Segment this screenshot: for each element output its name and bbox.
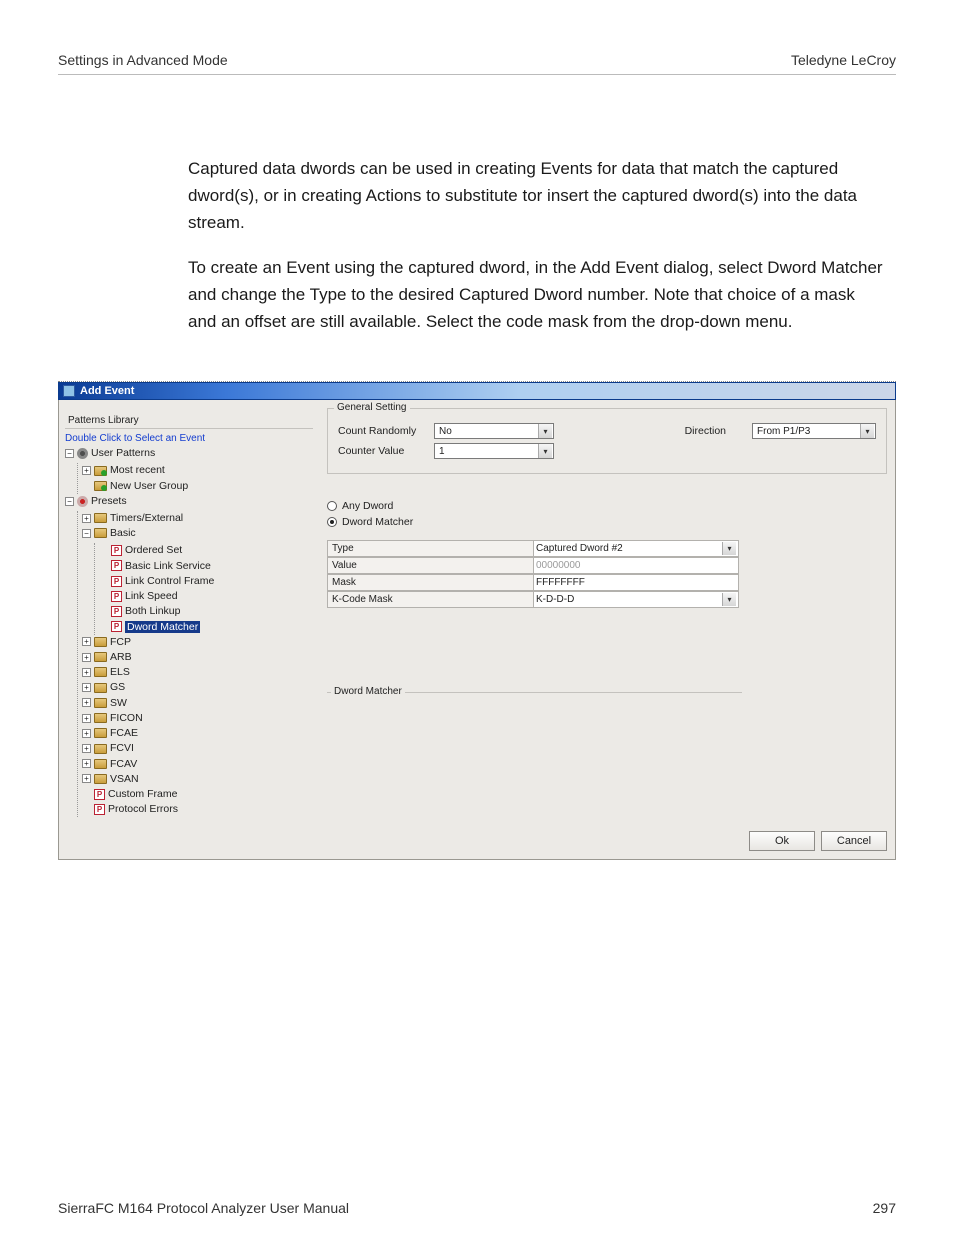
type-dropdown[interactable]: Captured Dword #2 <box>534 540 739 557</box>
tree-user-patterns[interactable]: −User Patterns +Most recent New User Gro… <box>65 446 313 494</box>
dword-matcher-legend: Dword Matcher <box>331 686 405 697</box>
footer-page-number: 297 <box>873 1200 896 1216</box>
radio-on-icon <box>327 517 337 527</box>
page-footer: SierraFC M164 Protocol Analyzer User Man… <box>58 1200 896 1216</box>
radio-off-icon <box>327 501 337 511</box>
patterns-library-group: Patterns Library Double Click to Select … <box>65 414 313 817</box>
type-label: Type <box>327 540 534 557</box>
tree-most-recent[interactable]: +Most recent <box>82 463 313 478</box>
chevron-down-icon <box>538 424 552 438</box>
tree-hint: Double Click to Select an Event <box>65 433 313 444</box>
tree-link-control-frame[interactable]: PLink Control Frame <box>99 574 313 589</box>
app-icon <box>63 385 75 397</box>
tree-gs[interactable]: +GS <box>82 680 313 695</box>
tree-fcav[interactable]: +FCAV <box>82 757 313 772</box>
tree-sw[interactable]: +SW <box>82 696 313 711</box>
tree-fcp[interactable]: +FCP <box>82 635 313 650</box>
tree-ordered-set[interactable]: POrdered Set <box>99 543 313 558</box>
paragraph-2: To create an Event using the captured dw… <box>58 254 896 336</box>
folder-plus-icon <box>101 485 107 491</box>
tree-fcvi[interactable]: +FCVI <box>82 741 313 756</box>
page-header: Settings in Advanced Mode Teledyne LeCro… <box>58 52 896 75</box>
dword-matcher-radio[interactable]: Dword Matcher <box>327 516 887 528</box>
chevron-down-icon <box>722 542 736 555</box>
count-randomly-label: Count Randomly <box>338 425 426 437</box>
chevron-down-icon <box>860 424 874 438</box>
header-right: Teledyne LeCroy <box>791 52 896 68</box>
add-event-dialog-screenshot: Add Event Patterns Library Double Click … <box>58 381 896 860</box>
any-dword-radio[interactable]: Any Dword <box>327 500 887 512</box>
counter-value-dropdown[interactable]: 1 <box>434 443 554 459</box>
value-field[interactable]: 00000000 <box>534 557 739 574</box>
paragraph-1: Captured data dwords can be used in crea… <box>58 155 896 237</box>
folder-plus-icon <box>101 470 107 476</box>
dialog-titlebar[interactable]: Add Event <box>58 382 896 400</box>
tree-basic[interactable]: −Basic POrdered Set PBasic Link Service … <box>82 526 313 635</box>
kcode-mask-dropdown[interactable]: K-D-D-D <box>534 591 739 608</box>
tree-link-speed[interactable]: PLink Speed <box>99 589 313 604</box>
tree-dword-matcher[interactable]: PDword Matcher <box>99 620 313 635</box>
cancel-button[interactable]: Cancel <box>821 831 887 851</box>
footer-left: SierraFC M164 Protocol Analyzer User Man… <box>58 1200 349 1216</box>
mask-field[interactable]: FFFFFFFF <box>534 574 739 591</box>
counter-value-label: Counter Value <box>338 445 426 457</box>
chevron-down-icon <box>538 444 552 458</box>
ok-button[interactable]: Ok <box>749 831 815 851</box>
dialog-title: Add Event <box>80 385 134 397</box>
tree-vsan[interactable]: +VSAN <box>82 772 313 787</box>
tree-basic-link-service[interactable]: PBasic Link Service <box>99 559 313 574</box>
header-left: Settings in Advanced Mode <box>58 52 228 68</box>
value-label: Value <box>327 557 534 574</box>
dword-matcher-group: Dword Matcher <box>327 692 742 748</box>
tree-custom-frame[interactable]: PCustom Frame <box>82 787 313 802</box>
chevron-down-icon <box>722 593 736 606</box>
direction-dropdown[interactable]: From P1/P3 <box>752 423 876 439</box>
count-randomly-dropdown[interactable]: No <box>434 423 554 439</box>
tree-new-user-group[interactable]: New User Group <box>82 479 313 494</box>
kcode-mask-label: K-Code Mask <box>327 591 534 608</box>
general-setting-legend: General Setting <box>334 402 410 413</box>
tree-els[interactable]: +ELS <box>82 665 313 680</box>
general-setting-group: General Setting Count Randomly No Direct… <box>327 408 887 474</box>
patterns-tree: −User Patterns +Most recent New User Gro… <box>65 446 313 817</box>
tree-ficon[interactable]: +FICON <box>82 711 313 726</box>
mask-label: Mask <box>327 574 534 591</box>
direction-label: Direction <box>685 425 726 437</box>
tree-arb[interactable]: +ARB <box>82 650 313 665</box>
tree-both-linkup[interactable]: PBoth Linkup <box>99 604 313 619</box>
tree-timers-external[interactable]: +Timers/External <box>82 511 313 526</box>
dword-settings-grid: Type Captured Dword #2 Value 00000000 Ma… <box>327 540 887 608</box>
tree-fcae[interactable]: +FCAE <box>82 726 313 741</box>
tree-protocol-errors[interactable]: PProtocol Errors <box>82 802 313 817</box>
patterns-legend: Patterns Library <box>65 415 142 426</box>
tree-presets[interactable]: −Presets +Timers/External −Basic POrdere… <box>65 494 313 818</box>
